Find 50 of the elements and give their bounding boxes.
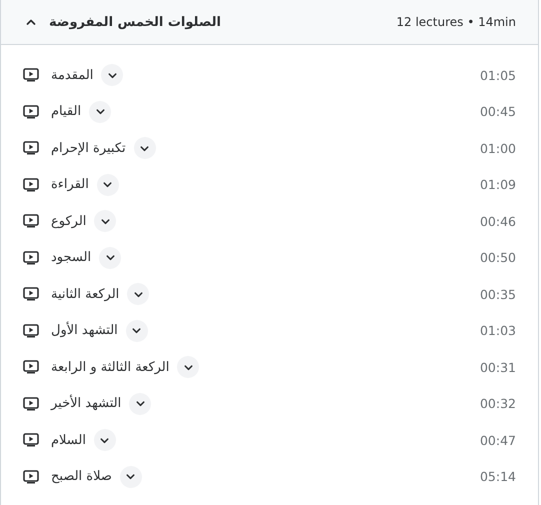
section-meta: 12 lectures • 14min: [396, 15, 516, 29]
lecture-title[interactable]: التشهد الأول: [51, 323, 118, 338]
lecture-toggle-button[interactable]: [120, 466, 142, 488]
lecture-title[interactable]: السلام: [51, 432, 86, 448]
lecture-title[interactable]: القيام: [51, 104, 82, 120]
video-icon: [23, 470, 39, 484]
lecture-toggle-button[interactable]: [126, 320, 148, 342]
video-icon: [23, 324, 39, 338]
video-icon: [23, 250, 39, 265]
video-icon: [23, 287, 39, 302]
lecture-duration: 00:35: [480, 286, 516, 302]
lecture-title[interactable]: المقدمة: [51, 68, 94, 83]
video-icon: [23, 214, 39, 228]
lecture-title[interactable]: الركعة الثانية: [51, 286, 120, 302]
lecture-toggle-button[interactable]: [94, 210, 116, 232]
section-title: الصلوات الخمس المفروضة: [49, 14, 221, 30]
lecture-toggle-button[interactable]: [177, 356, 200, 378]
lecture-duration: 00:45: [480, 104, 516, 120]
lecture-duration: 01:09: [480, 177, 516, 192]
video-icon: [23, 104, 39, 119]
lecture-toggle-button[interactable]: [134, 137, 156, 160]
lecture-title[interactable]: الركعة الثالثة و الرابعة: [51, 360, 170, 375]
video-icon: [23, 360, 39, 374]
lecture-duration: 01:05: [480, 68, 516, 83]
lecture-title[interactable]: الركوع: [51, 214, 86, 229]
lecture-title[interactable]: السجود: [51, 250, 92, 266]
lecture-title[interactable]: التشهد الأخير: [51, 396, 122, 412]
lecture-toggle-button[interactable]: [99, 246, 122, 269]
lecture-title[interactable]: صلاة الصبح: [51, 469, 112, 484]
video-icon: [23, 141, 39, 156]
video-icon: [23, 396, 39, 411]
lecture-duration: 00:31: [480, 360, 516, 375]
lecture-toggle-button[interactable]: [127, 283, 150, 306]
video-icon: [23, 68, 39, 82]
video-icon: [23, 433, 39, 448]
lecture-toggle-button[interactable]: [89, 100, 112, 123]
lecture-duration: 05:14: [480, 469, 516, 484]
lecture-duration: 01:03: [480, 323, 516, 338]
lecture-duration: 00:46: [480, 214, 516, 229]
video-icon: [23, 178, 39, 192]
lecture-duration: 00:32: [480, 396, 516, 412]
lecture-toggle-button[interactable]: [101, 64, 124, 86]
lecture-duration: 00:47: [480, 432, 516, 448]
lecture-toggle-button[interactable]: [96, 174, 119, 196]
lecture-title[interactable]: تكبيرة الإحرام: [51, 140, 126, 156]
lecture-toggle-button[interactable]: [94, 429, 116, 452]
lecture-duration: 01:00: [480, 140, 516, 156]
lecture-toggle-button[interactable]: [129, 392, 152, 415]
lecture-duration: 00:50: [480, 250, 516, 266]
lecture-title[interactable]: القراءة: [51, 177, 89, 192]
